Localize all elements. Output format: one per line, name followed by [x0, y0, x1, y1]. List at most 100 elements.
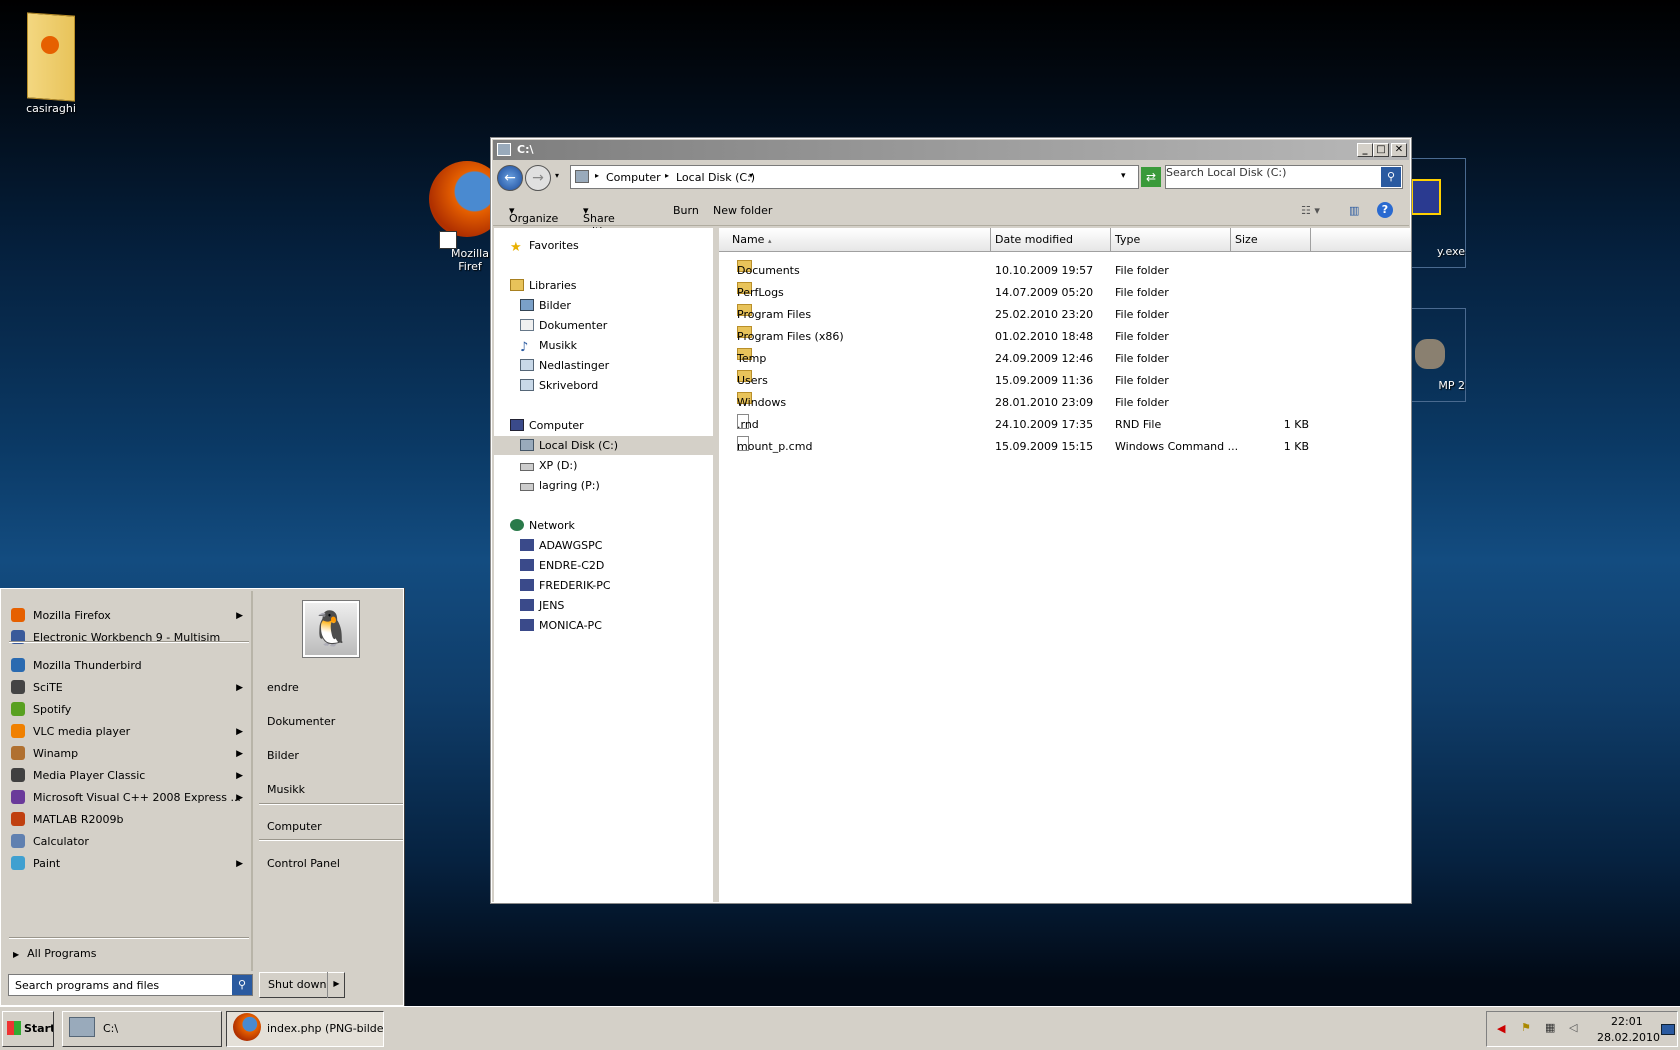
file-row[interactable]: Documents 10.10.2009 19:57 File folder [719, 260, 1319, 281]
start-program-item[interactable]: VLC media player ▶ [11, 721, 251, 743]
breadcrumb-local-disk[interactable]: Local Disk (C:) [676, 171, 755, 184]
user-avatar[interactable]: 🐧 [302, 600, 360, 658]
shutdown-options-button[interactable]: ▶ [327, 972, 345, 998]
nav-computer[interactable]: Computer [510, 416, 584, 435]
nav-drive-c[interactable]: Local Disk (C:) [494, 436, 713, 455]
recent-dropdown-icon[interactable]: ▾ [555, 171, 559, 180]
place-control-panel[interactable]: Control Panel [267, 857, 340, 870]
start-program-item[interactable]: Spotify [11, 699, 251, 721]
title-bar[interactable]: C:\ _ □ ✕ [493, 140, 1409, 160]
nav-library-bilder[interactable]: Bilder [520, 296, 571, 315]
forward-button[interactable]: → [525, 165, 551, 191]
program-icon [11, 680, 25, 694]
file-row[interactable]: Temp 24.09.2009 12:46 File folder [719, 348, 1319, 369]
firefox-icon [233, 1013, 261, 1041]
nav-network-item[interactable]: FREDERIK-PC [520, 576, 611, 595]
start-program-item[interactable]: Mozilla Thunderbird [11, 655, 251, 677]
start-button[interactable]: Start [2, 1011, 54, 1047]
place-musikk[interactable]: Musikk [267, 783, 305, 796]
burn-button[interactable]: Burn [673, 204, 699, 217]
search-icon[interactable]: ⚲ [1381, 167, 1401, 187]
nav-label: Libraries [529, 279, 577, 292]
place-computer[interactable]: Computer [267, 820, 322, 833]
program-label: Mozilla Thunderbird [33, 659, 142, 672]
nav-network-item[interactable]: MONICA-PC [520, 616, 602, 635]
place-bilder[interactable]: Bilder [267, 749, 299, 762]
view-options-icon[interactable]: ☷ ▾ [1301, 204, 1320, 217]
file-name: mount_p.cmd [737, 440, 813, 453]
address-dropdown-icon[interactable]: ▾ [1121, 171, 1126, 181]
start-search-input[interactable]: Search programs and files [15, 979, 159, 992]
clock-date[interactable]: 28.02.2010 [1597, 1031, 1660, 1044]
nav-label: XP (D:) [539, 459, 578, 472]
program-icon [11, 834, 25, 848]
nav-label: Favorites [529, 239, 579, 252]
share-with-button[interactable]: Share with ▾ [583, 204, 615, 238]
desktop-icon-casiraghi[interactable]: casiraghi [6, 8, 96, 115]
nav-favorites[interactable]: ★ Favorites [510, 236, 579, 255]
column-header-size[interactable]: Size [1231, 228, 1311, 252]
nav-network-item[interactable]: ADAWGSPC [520, 536, 602, 555]
column-header-name[interactable]: Name ▴ [719, 228, 991, 252]
address-bar[interactable]: ▸ Computer ▸ Local Disk (C:) ▾ ▾ [570, 165, 1139, 189]
refresh-button[interactable]: ⇄ [1141, 167, 1161, 187]
nav-network-item[interactable]: ENDRE-C2D [520, 556, 604, 575]
desktop-icon-firefox[interactable]: Mozilla Firef [410, 155, 505, 273]
nav-library-skrivebord[interactable]: Skrivebord [520, 376, 598, 395]
search-box[interactable]: Search Local Disk (C:) ⚲ [1165, 165, 1403, 189]
place-dokumenter[interactable]: Dokumenter [267, 715, 335, 728]
preview-pane-icon[interactable]: ▥ [1349, 204, 1359, 217]
start-program-item[interactable]: Microsoft Visual C++ 2008 Express ... ▶ [11, 787, 251, 809]
action-center-icon[interactable]: ⚑ [1521, 1021, 1531, 1034]
minimize-button[interactable]: _ [1357, 143, 1373, 157]
nav-drive-d[interactable]: XP (D:) [520, 456, 577, 475]
start-program-item[interactable]: Calculator [11, 831, 251, 853]
start-program-item[interactable]: SciTE ▶ [11, 677, 251, 699]
back-button[interactable]: ← [497, 165, 523, 191]
start-program-item[interactable]: Mozilla Firefox ▶ [11, 605, 251, 627]
explorer-window[interactable]: C:\ _ □ ✕ ← → ▾ ▸ Computer ▸ Local Disk … [490, 137, 1412, 904]
help-icon[interactable]: ? [1377, 202, 1393, 218]
close-button[interactable]: ✕ [1391, 143, 1407, 157]
network-tray-icon[interactable]: ▦ [1545, 1021, 1555, 1034]
start-search-box[interactable]: Search programs and files ⚲ [8, 974, 253, 996]
maximize-button[interactable]: □ [1373, 143, 1389, 157]
nav-network-item[interactable]: JENS [520, 596, 564, 615]
task-firefox[interactable]: index.php (PNG-bilde... [226, 1011, 384, 1047]
organize-button[interactable]: Organize ▾ [509, 204, 558, 225]
nav-drive-p[interactable]: lagring (P:) [520, 476, 600, 495]
place-user[interactable]: endre [267, 681, 299, 694]
firefox-icon [423, 155, 505, 249]
start-program-item[interactable]: MATLAB R2009b [11, 809, 251, 831]
nav-library-nedlastinger[interactable]: Nedlastinger [520, 356, 609, 375]
file-row[interactable]: PerfLogs 14.07.2009 05:20 File folder [719, 282, 1319, 303]
nav-network[interactable]: Network [510, 516, 575, 535]
file-row[interactable]: .rnd 24.10.2009 17:35 RND File 1 KB [719, 414, 1319, 435]
speaker-icon[interactable]: ◁ [1569, 1021, 1577, 1034]
start-program-item[interactable]: Media Player Classic ▶ [11, 765, 251, 787]
column-header-date[interactable]: Date modified [991, 228, 1111, 252]
all-programs-button[interactable]: ▶ All Programs [13, 947, 96, 960]
nav-libraries[interactable]: Libraries [510, 276, 577, 295]
search-input[interactable]: Search Local Disk (C:) [1166, 166, 1286, 179]
nav-library-musikk[interactable]: ♪ Musikk [520, 336, 577, 355]
start-program-item[interactable]: Winamp ▶ [11, 743, 251, 765]
task-explorer[interactable]: C:\ [62, 1011, 222, 1047]
start-program-item[interactable]: Paint ▶ [11, 853, 251, 875]
breadcrumb-computer[interactable]: Computer [606, 171, 661, 184]
file-row[interactable]: Program Files (x86) 01.02.2010 18:48 File … [719, 326, 1319, 347]
search-icon[interactable]: ⚲ [232, 975, 252, 995]
nav-library-dokumenter[interactable]: Dokumenter [520, 316, 607, 335]
clock-time[interactable]: 22:01 [1611, 1015, 1643, 1028]
start-program-item[interactable]: Electronic Workbench 9 - Multisim [11, 627, 251, 649]
file-row[interactable]: Users 15.09.2009 11:36 File folder [719, 370, 1319, 391]
file-row[interactable]: Program Files 25.02.2010 23:20 File folder [719, 304, 1319, 325]
volume-warning-icon[interactable]: ◀ [1497, 1022, 1505, 1035]
file-row[interactable]: mount_p.cmd 15.09.2009 15:15 Windows Comma… [719, 436, 1319, 457]
column-label: Name [732, 233, 765, 246]
new-folder-button[interactable]: New folder [713, 204, 772, 217]
submenu-arrow-icon: ▶ [236, 727, 243, 737]
column-header-type[interactable]: Type [1111, 228, 1231, 252]
file-row[interactable]: Windows 28.01.2010 23:09 File folder [719, 392, 1319, 413]
show-desktop-icon[interactable] [1661, 1024, 1675, 1035]
